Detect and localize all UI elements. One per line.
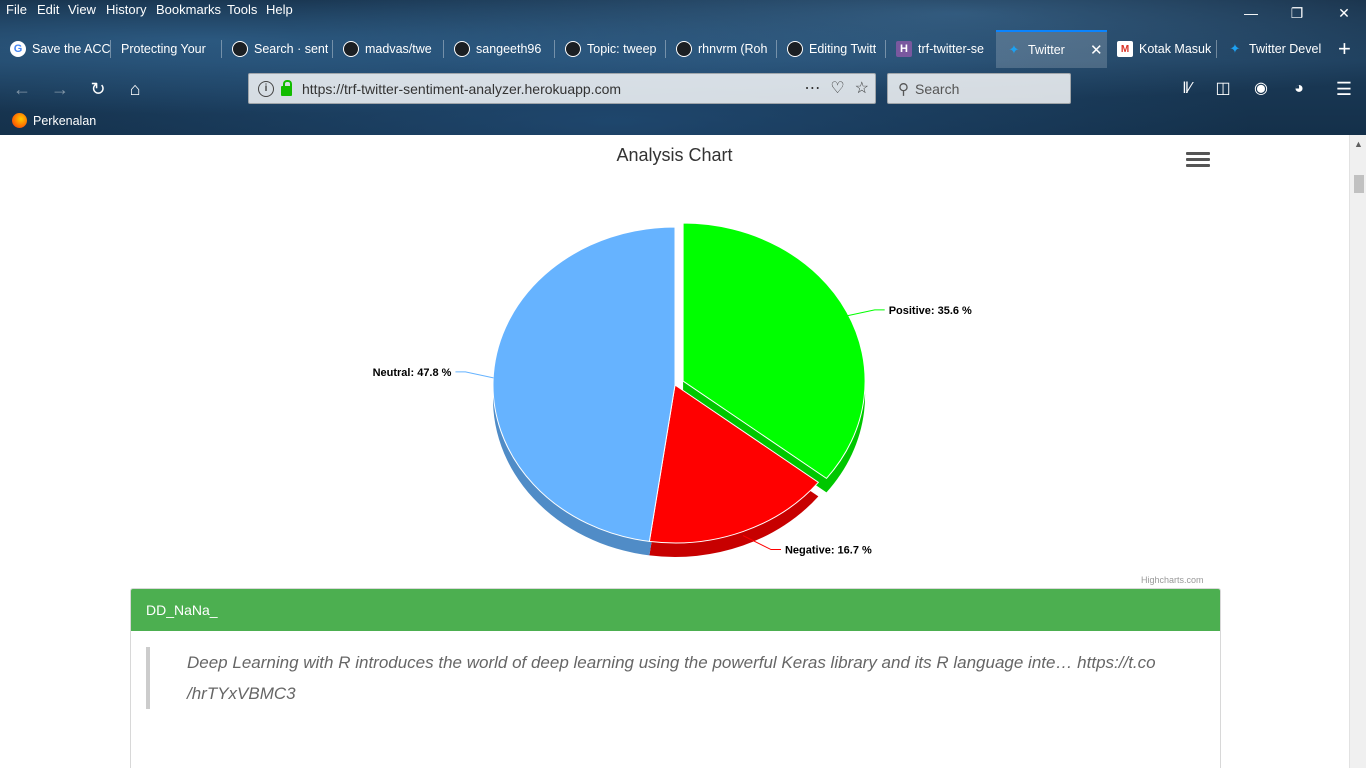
menu-view[interactable]: View <box>68 2 96 17</box>
info-icon[interactable]: i <box>258 80 274 97</box>
tab-kotak-masuk[interactable]: M Kotak Masuk <box>1107 30 1217 68</box>
twitter-icon: ✦ <box>1229 41 1241 56</box>
chart-title: Analysis Chart <box>616 145 733 165</box>
pocket-icon[interactable]: ♡ <box>830 78 844 98</box>
github-icon <box>787 41 803 57</box>
menu-file[interactable]: File <box>6 2 27 17</box>
restore-icon[interactable]: ❐ <box>1282 2 1312 24</box>
tab-label: rhnvrm (Roh <box>698 42 768 56</box>
lock-icon <box>281 79 292 96</box>
back-icon[interactable]: ← <box>10 78 34 100</box>
library-icon[interactable]: ‖⁄ <box>1175 78 1199 100</box>
close-tab-icon[interactable]: ✕ <box>1090 41 1103 59</box>
menu-tools[interactable]: Tools <box>227 2 257 17</box>
tab-sangeeth96[interactable]: sangeeth96 <box>444 30 555 68</box>
firefox-icon <box>12 113 27 128</box>
tab-twitter-active[interactable]: ✦ Twitter ✕ <box>996 30 1107 68</box>
github-icon <box>676 41 692 57</box>
tweet-card: DD_NaNa_ Deep Learning with R introduces… <box>130 588 1221 768</box>
minimize-icon[interactable]: — <box>1236 2 1266 24</box>
new-tab-button[interactable]: + <box>1330 30 1364 68</box>
pie-slice-neutral[interactable] <box>492 226 676 542</box>
search-icon: ⚲ <box>898 80 909 98</box>
twitter-icon: ✦ <box>1008 42 1020 57</box>
scroll-up-icon[interactable]: ▲ <box>1354 139 1363 149</box>
tab-label: Search · sent <box>254 42 329 56</box>
tweet-username: DD_NaNa_ <box>131 589 1220 631</box>
tab-trf-twitter[interactable]: H trf-twitter-se <box>886 30 996 68</box>
page-actions-icon[interactable]: ⋯ <box>804 78 820 98</box>
tab-label: Save the ACC <box>32 42 111 56</box>
page-content: Positive: 35.6 % Negative: 16.7 % Neutral:… <box>0 135 1349 768</box>
tab-rhnvrm[interactable]: rhnvrm (Roh <box>666 30 777 68</box>
bookmark-perkenalan[interactable]: Perkenalan <box>12 113 96 128</box>
extension-icon[interactable]: ◕ <box>1287 78 1311 100</box>
address-bar[interactable]: i https://trf-twitter-sentiment-analyzer… <box>248 73 876 104</box>
github-icon <box>343 41 359 57</box>
heroku-icon: H <box>896 41 912 57</box>
browser-chrome: File Edit View History Bookmarks Tools H… <box>0 0 1366 135</box>
tab-save-the-acc[interactable]: G Save the ACC <box>0 30 111 68</box>
bookmarks-toolbar: Perkenalan <box>0 110 1366 134</box>
menu-history[interactable]: History <box>106 2 146 17</box>
tab-label: Twitter Devel <box>1249 42 1322 56</box>
pie-label-neutral: Neutral: 47.8 % <box>373 367 452 379</box>
tab-madvas[interactable]: madvas/twe <box>333 30 444 68</box>
chart-context-menu-icon[interactable] <box>1186 152 1210 170</box>
tab-label: Kotak Masuk <box>1139 42 1212 56</box>
sidebar-icon[interactable]: ◫ <box>1211 78 1235 100</box>
pie-label-positive: Positive: 35.6 % <box>889 305 972 317</box>
pie-chart: Positive: 35.6 % Negative: 16.7 % Neutral:… <box>373 222 972 557</box>
tab-label: Protecting Your <box>121 42 206 56</box>
tab-label: sangeeth96 <box>476 42 542 56</box>
menu-help[interactable]: Help <box>266 2 293 17</box>
tab-protecting-your[interactable]: Protecting Your <box>111 30 222 68</box>
navigation-bar: ← → ↻ ⌂ i https://trf-twitter-sentiment-… <box>0 70 1366 108</box>
close-window-icon[interactable]: ✕ <box>1329 2 1359 24</box>
google-icon: G <box>10 41 26 57</box>
search-input[interactable] <box>915 80 1055 97</box>
pie-label-negative: Negative: 16.7 % <box>785 545 872 557</box>
home-icon[interactable]: ⌂ <box>123 78 147 100</box>
tweet-text: Deep Learning with R introduces the worl… <box>146 647 1186 709</box>
tab-editing-twitt[interactable]: Editing Twitt <box>777 30 886 68</box>
highcharts-credits[interactable]: Highcharts.com <box>1141 575 1204 585</box>
tab-label: Twitter <box>1028 43 1065 57</box>
github-icon <box>232 41 248 57</box>
scrollbar-thumb[interactable] <box>1354 175 1364 193</box>
tab-label: Editing Twitt <box>809 42 877 56</box>
tab-strip: G Save the ACC Protecting Your Search · … <box>0 30 1366 68</box>
tab-label: trf-twitter-se <box>918 42 984 56</box>
tab-label: madvas/twe <box>365 42 432 56</box>
github-icon <box>565 41 581 57</box>
url-text[interactable]: https://trf-twitter-sentiment-analyzer.h… <box>302 81 621 97</box>
tab-label: Topic: tweep <box>587 42 657 56</box>
menu-bar: File Edit View History Bookmarks Tools H… <box>0 0 1366 22</box>
menu-bookmarks[interactable]: Bookmarks <box>156 2 221 17</box>
page-scrollbar[interactable]: ▲ <box>1349 135 1366 768</box>
account-icon[interactable]: ◉ <box>1249 78 1273 100</box>
menu-edit[interactable]: Edit <box>37 2 59 17</box>
search-bar[interactable]: ⚲ <box>887 73 1071 104</box>
tab-search-sent[interactable]: Search · sent <box>222 30 333 68</box>
gmail-icon: M <box>1117 41 1133 57</box>
bookmark-star-icon[interactable]: ☆ <box>855 78 869 98</box>
forward-icon[interactable]: → <box>48 78 72 100</box>
tab-twitter-devel[interactable]: ✦ Twitter Devel <box>1217 30 1327 68</box>
github-icon <box>454 41 470 57</box>
pie-connector-positive <box>846 309 885 317</box>
bookmark-label: Perkenalan <box>33 113 97 128</box>
reload-icon[interactable]: ↻ <box>86 78 110 100</box>
pie-connector-neutral <box>455 371 494 379</box>
tab-topic-tweep[interactable]: Topic: tweep <box>555 30 666 68</box>
hamburger-menu-icon[interactable]: ☰ <box>1332 78 1356 100</box>
